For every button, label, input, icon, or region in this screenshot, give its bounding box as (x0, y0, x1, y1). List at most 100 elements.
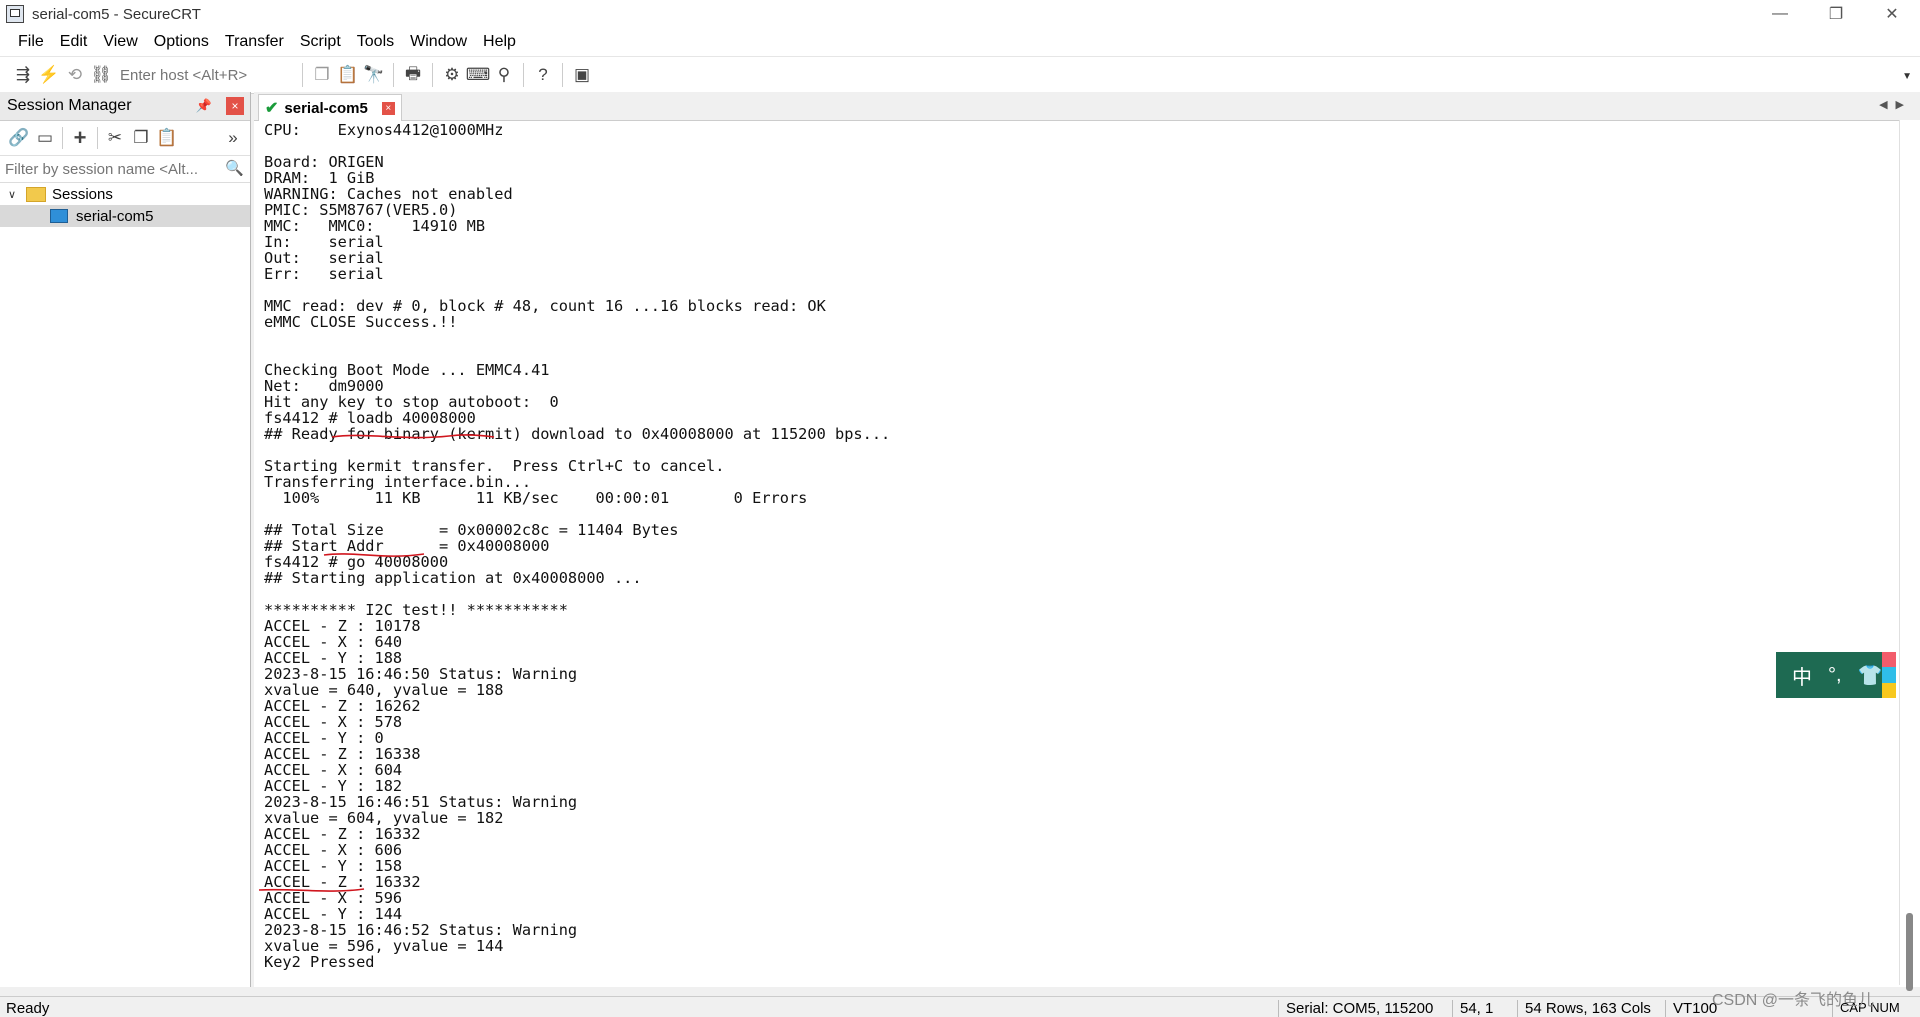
main-toolbar: ⇶ ⚡ ⟲ ⛓ ❐ 📋 🔭 🖶 ⚙ ⌨ ⚲ ? ▣ ▼ (0, 56, 1920, 94)
terminal-line: DRAM: 1 GiB (264, 169, 375, 187)
settings-gear-icon[interactable]: ⚙ (439, 62, 465, 88)
terminal-line: ## Starting application at 0x40008000 ..… (264, 569, 642, 587)
terminal-line: MMC: MMC0: 14910 MB (264, 217, 486, 235)
terminal-line: Board: ORIGEN (264, 153, 384, 171)
shirt-icon[interactable]: 👕 (1858, 663, 1883, 688)
ime-toolbar[interactable]: 中 °, 👕 (1776, 652, 1896, 698)
add-session-icon[interactable]: + (67, 125, 93, 151)
toolbar-separator (62, 127, 63, 149)
close-panel-button[interactable]: × (226, 97, 244, 115)
screenshot-icon[interactable]: ▣ (569, 62, 595, 88)
menu-transfer[interactable]: Transfer (217, 28, 292, 56)
menu-edit[interactable]: Edit (52, 28, 96, 56)
terminal-scrollbar[interactable] (1899, 120, 1920, 991)
scrollbar-thumb[interactable] (1906, 913, 1913, 991)
terminal-line: ********** I2C test!! *********** (264, 601, 568, 619)
connect-icon[interactable]: ⇶ (10, 62, 36, 88)
menu-tools[interactable]: Tools (349, 28, 402, 56)
disconnect-icon[interactable]: ⛓ (88, 62, 114, 88)
toolbar-separator (97, 127, 98, 149)
help-icon[interactable]: ? (530, 62, 556, 88)
status-connection: Serial: COM5, 115200 (1278, 1000, 1433, 1017)
menu-script[interactable]: Script (292, 28, 349, 56)
window-title: serial-com5 - SecureCRT (32, 5, 201, 23)
securecrt-app-icon[interactable] (6, 5, 24, 23)
session-manager-panel: Session Manager 📌 × 🔗 ▭ + ✂ ❐ 📋 » 🔍 ∨ Se… (0, 92, 251, 987)
host-input[interactable] (114, 63, 296, 87)
paste-icon[interactable]: 📋 (335, 62, 361, 88)
toolbar-separator (523, 63, 524, 87)
close-button[interactable]: ✕ (1864, 0, 1920, 28)
terminal-line: Err: serial (264, 265, 384, 283)
terminal-line: ACCEL - X : 578 (264, 713, 403, 731)
terminal-line: ACCEL - Y : 158 (264, 857, 403, 875)
ime-punctuation[interactable]: °, (1828, 664, 1842, 687)
status-size: 54 Rows, 163 Cols (1517, 1000, 1651, 1017)
tab-close-button[interactable]: × (381, 101, 395, 115)
sftp-icon[interactable]: ⚲ (491, 62, 517, 88)
tree-label: Sessions (52, 185, 113, 203)
more-chevron-icon[interactable]: » (220, 125, 246, 151)
menu-view[interactable]: View (95, 28, 145, 56)
search-icon[interactable]: 🔍 (225, 159, 244, 177)
session-manager-header: Session Manager 📌 × (0, 92, 250, 121)
cut-icon[interactable]: ✂ (102, 125, 128, 151)
terminal-line: ## Start Addr = 0x40008000 (264, 537, 550, 555)
tab-bar: ✔ serial-com5 × ◀▶ (254, 92, 1920, 121)
menu-window[interactable]: Window (402, 28, 475, 56)
terminal-line: WARNING: Caches not enabled (264, 185, 513, 203)
terminal-line: ACCEL - Y : 0 (264, 729, 384, 747)
tree-session-serial-com5[interactable]: serial-com5 (0, 205, 250, 227)
session-window-icon[interactable]: ▭ (32, 125, 58, 151)
find-icon[interactable]: 🔭 (361, 62, 387, 88)
quick-connect-icon[interactable]: ⚡ (36, 62, 62, 88)
toolbar-separator (302, 63, 303, 87)
toolbar-separator (393, 63, 394, 87)
minimize-button[interactable]: — (1752, 0, 1808, 28)
restore-button[interactable]: ❐ (1808, 0, 1864, 28)
terminal-line: ACCEL - X : 596 (264, 889, 403, 907)
menu-file[interactable]: File (10, 28, 52, 56)
link-icon[interactable]: 🔗 (6, 125, 32, 151)
terminal-line: ACCEL - X : 604 (264, 761, 403, 779)
terminal-line: ## Total Size = 0x00002c8c = 11404 Bytes (264, 521, 679, 539)
csdn-watermark: CSDN @一条飞的鱼儿 (1712, 992, 1875, 1009)
status-cursor: 54, 1 (1452, 1000, 1493, 1017)
copy-icon[interactable]: ❐ (309, 62, 335, 88)
filter-input[interactable] (0, 158, 222, 180)
session-content: ✔ serial-com5 × ◀▶ CPU: Exynos4412@1000M… (254, 92, 1920, 991)
keymap-icon[interactable]: ⌨ (465, 62, 491, 88)
terminal-output[interactable]: CPU: Exynos4412@1000MHz Board: ORIGEN DRAM… (264, 122, 1894, 982)
terminal-line: fs4412 # loadb 40008000 (264, 409, 476, 427)
terminal-line: ACCEL - Z : 16332 (264, 873, 421, 891)
terminal-line: Transferring interface.bin... (264, 473, 532, 491)
terminal-line: xvalue = 596, yvalue = 144 (264, 937, 504, 955)
print-icon[interactable]: 🖶 (400, 62, 426, 88)
terminal-line: ACCEL - X : 640 (264, 633, 403, 651)
tab-nav-arrows[interactable]: ◀▶ (1879, 98, 1912, 111)
terminal-line: Checking Boot Mode ... EMMC4.41 (264, 361, 550, 379)
tab-serial-com5[interactable]: ✔ serial-com5 × (258, 94, 402, 121)
chevron-down-icon[interactable]: ∨ (8, 188, 22, 201)
status-terminal-type: VT100 (1665, 1000, 1717, 1017)
terminal-line: xvalue = 640, yvalue = 188 (264, 681, 504, 699)
tree-folder-sessions[interactable]: ∨ Sessions (0, 183, 250, 205)
menu-options[interactable]: Options (146, 28, 217, 56)
tab-label: serial-com5 (284, 99, 368, 117)
terminal-line: Key2 Pressed (264, 953, 375, 971)
terminal-line: Net: dm9000 (264, 377, 384, 395)
reconnect-icon[interactable]: ⟲ (62, 62, 88, 88)
pin-icon[interactable]: 📌 (196, 98, 212, 114)
status-bar: Ready Serial: COM5, 115200 54, 1 54 Rows… (0, 996, 1920, 1017)
menu-help[interactable]: Help (475, 28, 524, 56)
copy-session-icon[interactable]: ❐ (128, 125, 154, 151)
terminal-line: In: serial (264, 233, 384, 251)
toolbar-overflow-icon[interactable]: ▼ (1902, 71, 1912, 82)
status-ready: Ready (6, 1000, 50, 1017)
ime-language[interactable]: 中 (1792, 661, 1812, 690)
paste-session-icon[interactable]: 📋 (154, 125, 180, 151)
